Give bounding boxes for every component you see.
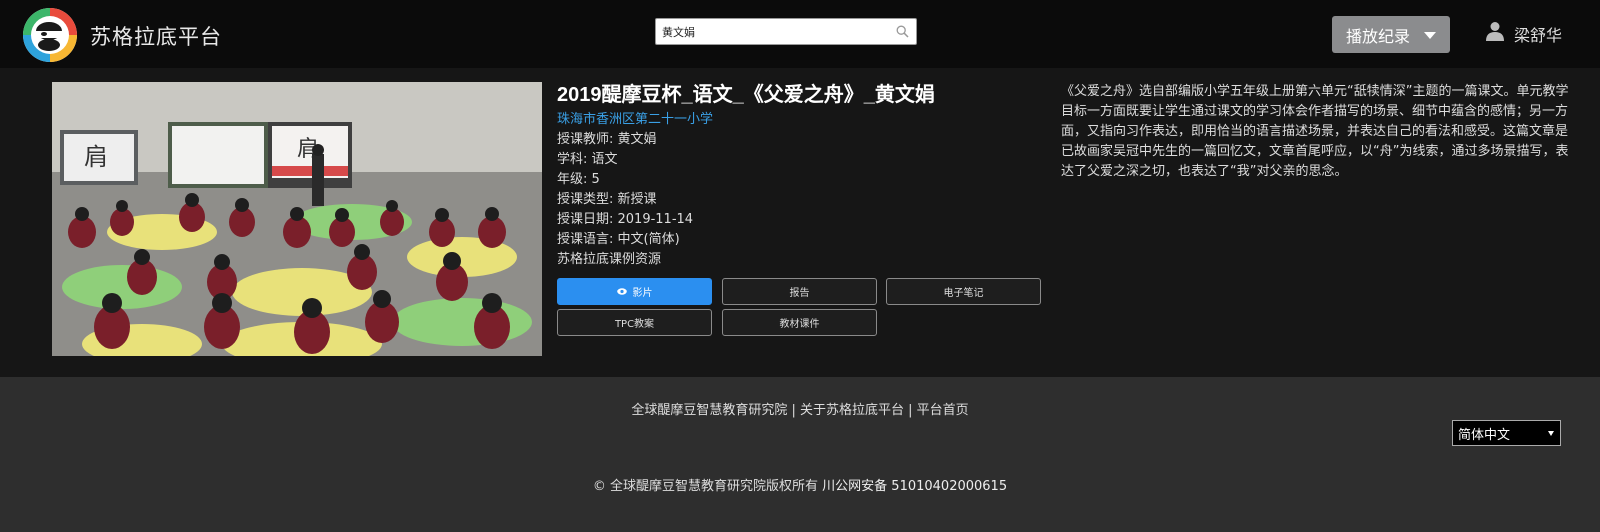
lesson-type-info: 授课类型: 新授课	[557, 192, 657, 207]
user-icon[interactable]	[1486, 21, 1504, 41]
materials-button[interactable]: 教材课件	[722, 309, 877, 336]
footer-separator: |	[904, 403, 917, 418]
footer-link-institute[interactable]: 全球醍摩豆智慧教育研究院	[631, 403, 787, 418]
brand-title[interactable]: 苏格拉底平台	[90, 21, 222, 51]
chevron-down-icon	[1424, 32, 1436, 39]
lesson-date-info: 授课日期: 2019-11-14	[557, 212, 694, 227]
footer-link-about[interactable]: 关于苏格拉底平台	[800, 403, 904, 418]
board-character-left: 肩	[84, 143, 108, 171]
language-select-value: 简体中文	[1458, 427, 1511, 443]
eye-icon	[616, 288, 627, 295]
video-button-label: 影片	[632, 288, 653, 299]
lesson-panel: 肩 肩 2019醍摩豆杯_语文_《父爱之舟》_黄文娟 珠海市香洲区第二十一小学 …	[0, 68, 1600, 377]
play-history-dropdown[interactable]: 播放纪录	[1332, 16, 1450, 53]
language-select[interactable]: 简体中文	[1452, 420, 1561, 446]
user-name[interactable]: 梁舒华	[1514, 22, 1562, 46]
play-history-label: 播放纪录	[1346, 26, 1411, 46]
top-navbar: 苏格拉底平台 播放纪录 梁舒华	[0, 0, 1600, 68]
chevron-down-icon	[1548, 431, 1554, 436]
e-notes-button[interactable]: 电子笔记	[886, 278, 1041, 305]
search-input[interactable]	[656, 19, 888, 44]
grade-info: 年级: 5	[557, 172, 600, 187]
icp-record-link[interactable]: 川公网安备 51010402000615	[822, 479, 1007, 494]
video-button[interactable]: 影片	[557, 278, 712, 305]
teacher-info: 授课教师: 黄文娟	[557, 132, 657, 147]
report-button[interactable]: 报告	[722, 278, 877, 305]
school-link[interactable]: 珠海市香洲区第二十一小学	[557, 110, 1047, 130]
lesson-video-thumbnail[interactable]: 肩 肩	[52, 82, 542, 356]
lesson-language-info: 授课语言: 中文(简体)	[557, 232, 680, 247]
search-box	[655, 18, 917, 45]
lesson-info: 2019醍摩豆杯_语文_《父爱之舟》_黄文娟 珠海市香洲区第二十一小学 授课教师…	[557, 80, 1047, 270]
lesson-title: 2019醍摩豆杯_语文_《父爱之舟》_黄文娟	[557, 84, 935, 106]
lesson-description: 《父爱之舟》选自部编版小学五年级上册第六单元“舐犊情深”主题的一篇课文。单元教学…	[1061, 84, 1569, 179]
tpc-plan-button[interactable]: TPC教案	[557, 309, 712, 336]
lesson-action-buttons: 影片 报告 电子笔记 TPC教案 教材课件	[557, 278, 1047, 338]
subject-info: 学科: 语文	[557, 152, 618, 167]
platform-logo[interactable]	[22, 7, 78, 63]
footer-link-home[interactable]: 平台首页	[917, 403, 969, 418]
copyright-line: © 全球醍摩豆智慧教育研究院版权所有 川公网安备 51010402000615	[0, 475, 1600, 494]
search-icon[interactable]	[896, 25, 909, 38]
copyright-text: © 全球醍摩豆智慧教育研究院版权所有	[592, 479, 819, 494]
resource-source: 苏格拉底课例资源	[557, 252, 662, 267]
footer-links: 全球醍摩豆智慧教育研究院 | 关于苏格拉底平台 | 平台首页	[0, 399, 1600, 418]
footer-separator: |	[787, 403, 800, 418]
